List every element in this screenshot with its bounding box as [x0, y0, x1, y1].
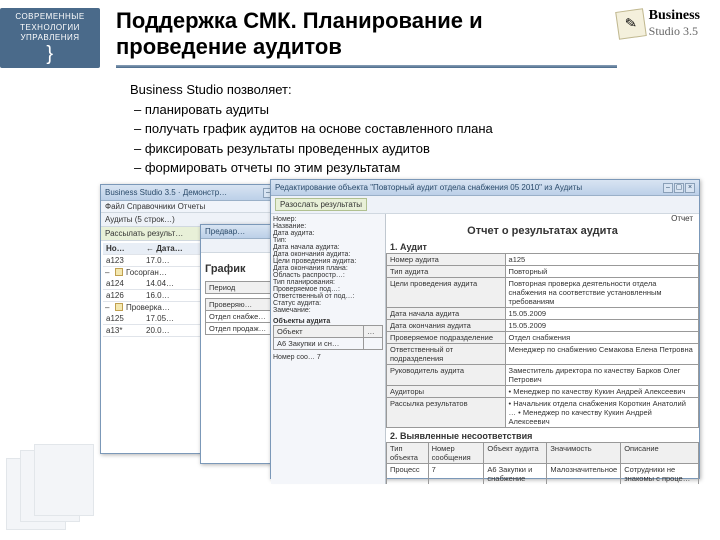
- cell[interactable]: а123: [103, 255, 143, 266]
- brand-logo: ✎ Business Studio 3.5: [617, 8, 700, 40]
- field-label: Замечание:: [273, 307, 383, 314]
- notes-icon: ✎: [615, 8, 647, 40]
- list-item: формировать отчеты по этим результатам: [134, 158, 690, 178]
- brand-version: Studio 3.5: [649, 24, 698, 38]
- field-label: Статус аудита:: [273, 300, 383, 307]
- k: Аудиторы: [387, 385, 506, 397]
- field-label: Дата аудита:: [273, 230, 383, 237]
- field-label: Дата начала аудита:: [273, 244, 383, 251]
- v: 15.05.2009: [505, 307, 698, 319]
- cell[interactable]: Госорган…: [126, 268, 167, 277]
- cell: Сотрудники не знакомы с проце…: [621, 463, 699, 484]
- logo-line: ТЕХНОЛОГИИ: [20, 23, 80, 33]
- msg-label: Номер соо…: [273, 354, 315, 361]
- cell[interactable]: А6 Закупки и сн…: [274, 337, 364, 349]
- window-controls[interactable]: –▢×: [662, 182, 695, 193]
- v: Отдел снабжения: [505, 331, 698, 343]
- list-item: получать график аудитов на основе состав…: [134, 119, 690, 139]
- cell: 7: [428, 463, 484, 484]
- field-label: Проверяемое под…:: [273, 286, 383, 293]
- brand-name: Business: [649, 8, 700, 23]
- v: Повторный: [505, 265, 698, 277]
- period-label: Период: [206, 281, 271, 293]
- k: Номер аудита: [387, 253, 506, 265]
- folder-icon: [115, 268, 123, 276]
- list-item: планировать аудиты: [134, 100, 690, 120]
- list-item: фиксировать результаты проведенных аудит…: [134, 139, 690, 159]
- field-label: Дата окончания плана:: [273, 265, 383, 272]
- edit-window: Редактирование объекта "Повторный аудит …: [270, 179, 700, 479]
- report-title: Отчет о результатах аудита: [386, 223, 699, 239]
- section-audit: 1. Аудит: [386, 239, 699, 253]
- decorative-docs-icon: [6, 444, 106, 534]
- cell: 14.04…: [143, 278, 177, 289]
- v: 15.05.2009: [505, 319, 698, 331]
- col: Объект аудита: [484, 442, 547, 463]
- field-label: Тип:: [273, 237, 383, 244]
- slide-title: Поддержка СМК. Планирование и проведение…: [116, 8, 617, 61]
- field-label: Номер:: [273, 216, 383, 223]
- field-label: Ответственный от под…:: [273, 293, 383, 300]
- field-label: Дата окончания аудита:: [273, 251, 383, 258]
- field-label: Цели проведения аудита:: [273, 258, 383, 265]
- col-number[interactable]: Но…: [103, 243, 143, 254]
- v: • Менеджер по качеству Кукин Андрей Алек…: [505, 385, 698, 397]
- field-label: Название:: [273, 223, 383, 230]
- v: Менеджер по снабжению Семакова Елена Пет…: [505, 343, 698, 364]
- cell: Процесс: [387, 463, 429, 484]
- window-title: Предвар…: [205, 227, 245, 236]
- intro-text: Business Studio позволяет:: [130, 80, 690, 100]
- folder-icon: [115, 303, 123, 311]
- logo-left: СОВРЕМЕННЫЕ ТЕХНОЛОГИИ УПРАВЛЕНИЯ }: [0, 8, 100, 68]
- form-fields-panel: Номер: Название: Дата аудита: Тип: Дата …: [271, 214, 386, 484]
- cell[interactable]: а125: [103, 313, 143, 324]
- window-title: Business Studio 3.5 · Демонстр…: [105, 188, 227, 197]
- k: Рассылка результатов: [387, 397, 506, 427]
- k: Руководитель аудита: [387, 364, 506, 385]
- v: Повторная проверка деятельности отдела с…: [505, 277, 698, 307]
- col: Тип объекта: [387, 442, 429, 463]
- feature-list: планировать аудиты получать график аудит…: [130, 100, 690, 178]
- window-title: Редактирование объекта "Повторный аудит …: [275, 183, 582, 192]
- col: Значимость: [547, 442, 621, 463]
- v: • Начальник отдела снабжения Короткин Ан…: [505, 397, 698, 427]
- k: Ответственный от подразделения: [387, 343, 506, 364]
- cell[interactable]: а124: [103, 278, 143, 289]
- col-date[interactable]: ← Дата…: [143, 243, 186, 254]
- v: а125: [505, 253, 698, 265]
- k: Тип аудита: [387, 265, 506, 277]
- doc-type-label: Отчет: [386, 214, 699, 223]
- objects-header: Объекты аудита: [273, 318, 383, 325]
- section-noncompliance: 2. Выявленные несоответствия: [386, 428, 699, 442]
- k: Дата начала аудита: [387, 307, 506, 319]
- col: Объект: [274, 325, 364, 337]
- logo-glyph-icon: }: [46, 44, 53, 64]
- cell: А6 Закупки и снабжение: [484, 463, 547, 484]
- logo-line: СОВРЕМЕННЫЕ: [15, 12, 84, 22]
- report-preview: Отчет Отчет о результатах аудита 1. Ауди…: [386, 214, 699, 484]
- v: Заместитель директора по качеству Барков…: [505, 364, 698, 385]
- cell[interactable]: Проверка…: [126, 303, 170, 312]
- col: Номер сообщения: [428, 442, 484, 463]
- cell: 16.0…: [143, 290, 173, 301]
- col: …: [364, 325, 383, 337]
- field-label: Тип планирования:: [273, 279, 383, 286]
- cell: 20.0…: [143, 325, 173, 336]
- k: Цели проведения аудита: [387, 277, 506, 307]
- msg-value: 7: [317, 354, 321, 361]
- cell: 17.0…: [143, 255, 173, 266]
- k: Проверяемое подразделение: [387, 331, 506, 343]
- cell: Малозначительное: [547, 463, 621, 484]
- field-label: Область распростр…:: [273, 272, 383, 279]
- send-results-button[interactable]: Разослать результаты: [275, 198, 367, 211]
- cell: 17.05…: [143, 313, 177, 324]
- col: Описание: [621, 442, 699, 463]
- cell[interactable]: а13*: [103, 325, 143, 336]
- cell[interactable]: а126: [103, 290, 143, 301]
- k: Дата окончания аудита: [387, 319, 506, 331]
